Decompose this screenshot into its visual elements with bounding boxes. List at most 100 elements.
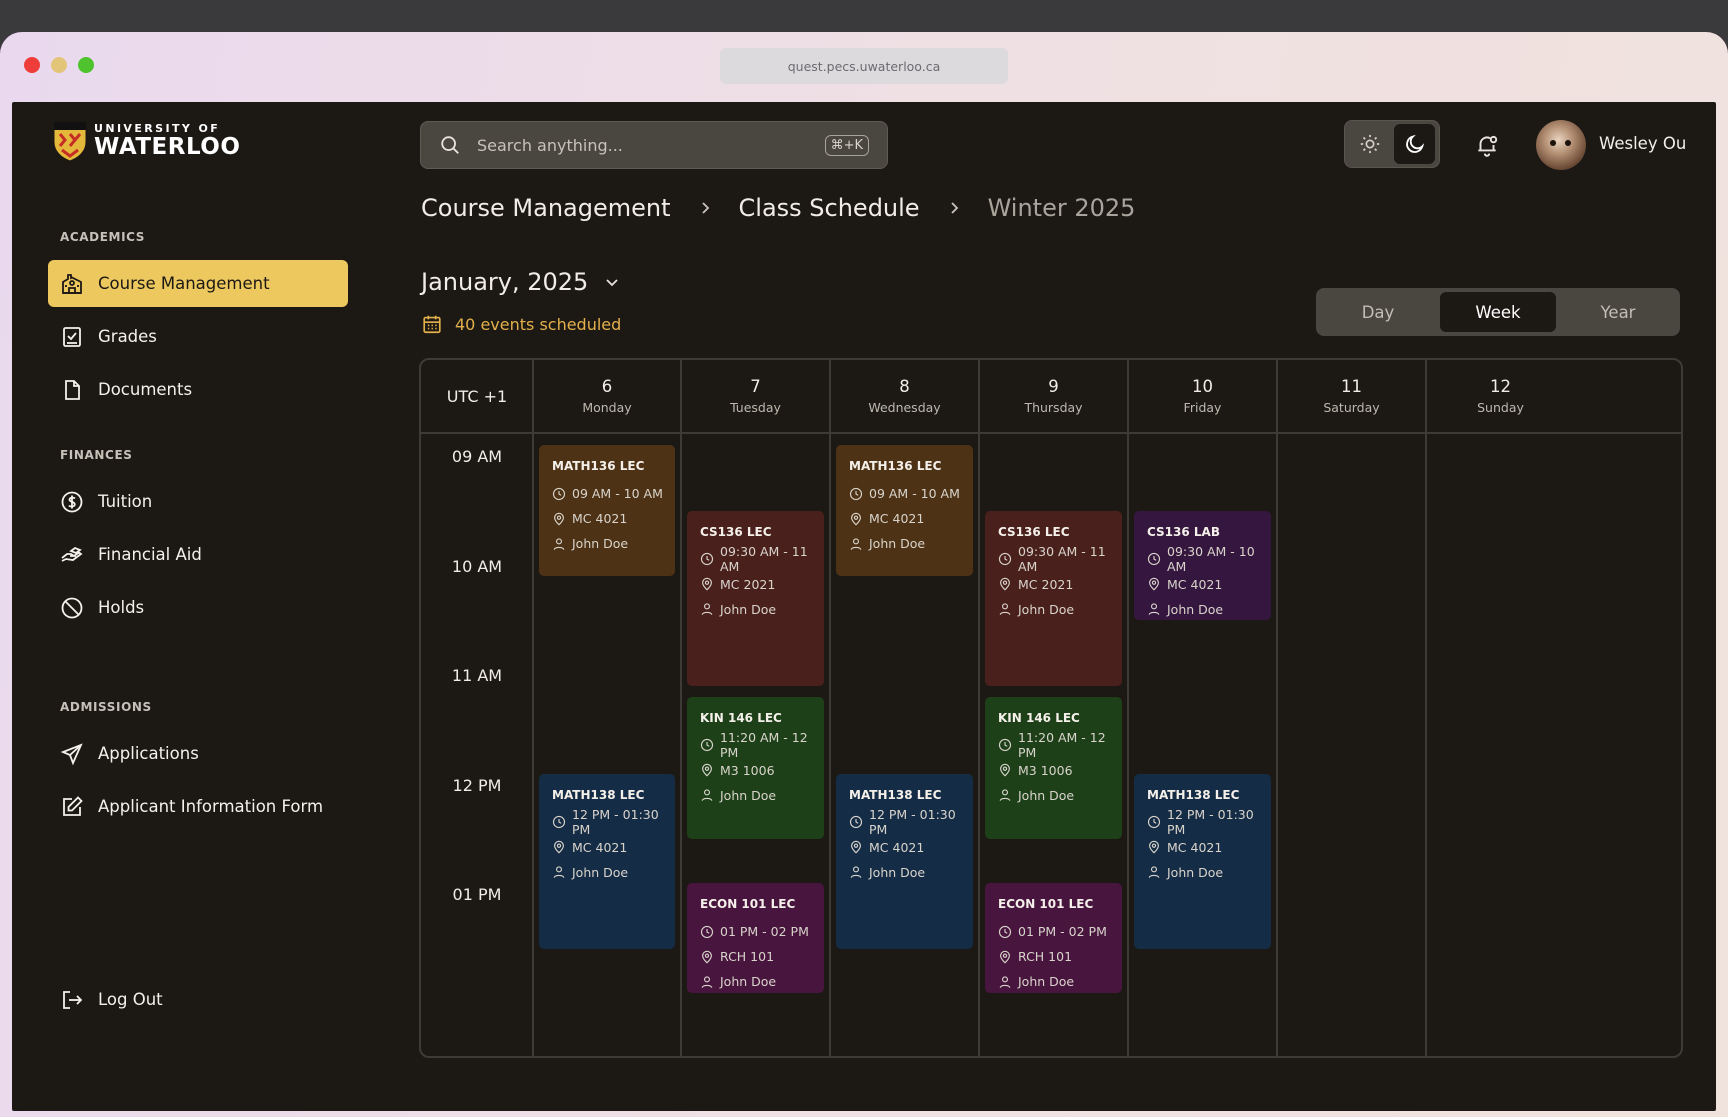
event-room-row: MC 4021: [849, 835, 973, 860]
event-time: 09:30 AM - 10 AM: [1167, 544, 1255, 575]
event-room-row: MC 2021: [998, 572, 1122, 597]
event-instructor-row: John Doe: [1147, 597, 1271, 621]
day-header-friday[interactable]: 10 Friday: [1129, 360, 1276, 432]
event-room: MC 4021: [572, 511, 628, 526]
clock-icon: [849, 815, 863, 829]
light-mode-button[interactable]: [1349, 124, 1390, 164]
event-room: MC 4021: [1167, 576, 1223, 592]
event-room-row: M3 1006: [998, 758, 1122, 783]
event-title: MATH138 LEC: [849, 787, 942, 802]
day-header-thursday[interactable]: 9 Thursday: [980, 360, 1127, 432]
sidebar-item-label: Course Management: [98, 274, 270, 293]
event-title: KIN 146 LEC: [998, 710, 1080, 725]
sidebar-item-documents[interactable]: Documents: [48, 366, 348, 413]
event-time: 11:20 AM - 12 PM: [1018, 730, 1106, 761]
view-year-button[interactable]: Year: [1560, 292, 1676, 332]
event-math138-lec[interactable]: MATH138 LEC 12 PM - 01:30 PM MC 4021 John D…: [1134, 773, 1271, 949]
day-header-wednesday[interactable]: 8 Wednesday: [831, 360, 978, 432]
event-time: 09 AM - 10 AM: [869, 486, 960, 501]
send-icon: [60, 742, 83, 765]
calendar-icon: [423, 315, 441, 334]
event-math138-lec[interactable]: MATH138 LEC 12 PM - 01:30 PM MC 4021 John D…: [539, 773, 675, 949]
view-week-button[interactable]: Week: [1440, 292, 1556, 332]
header-divider: [421, 432, 1681, 434]
logout-button[interactable]: Log Out: [48, 976, 348, 1023]
sun-icon: [1360, 134, 1379, 154]
person-icon: [553, 537, 565, 550]
event-math136-lec[interactable]: MATH136 LEC 09 AM - 10 AM MC 4021 John Doe: [539, 445, 675, 577]
sidebar-item-tuition[interactable]: Tuition: [48, 478, 348, 525]
event-instructor: John Doe: [1167, 864, 1224, 880]
chevron-down-icon: [606, 279, 618, 287]
logo-subtitle: UNIVERSITY OF: [94, 122, 221, 135]
event-title: KIN 146 LEC: [700, 710, 782, 725]
event-room: MC 4021: [869, 511, 925, 526]
person-icon: [701, 789, 713, 802]
event-instructor-row: John Doe: [700, 969, 824, 993]
event-time: 12 PM - 01:30 PM: [869, 807, 956, 837]
event-room-row: MC 4021: [1147, 835, 1271, 860]
browser-window: quest.pecs.uwaterloo.ca UNIVERSITY OF WA…: [0, 32, 1728, 1117]
search-icon: [441, 136, 459, 154]
event-econ-101-lec[interactable]: ECON 101 LEC 01 PM - 02 PM RCH 101 John Doe: [687, 883, 824, 993]
theme-toggle[interactable]: [1344, 120, 1440, 168]
person-icon: [999, 603, 1011, 616]
sidebar-item-holds[interactable]: Holds: [48, 584, 348, 631]
user-name[interactable]: Wesley Ou: [1599, 134, 1686, 153]
clock-icon: [552, 487, 566, 500]
notification-bell-icon[interactable]: [1474, 132, 1500, 158]
day-header-monday[interactable]: 6 Monday: [534, 360, 680, 432]
event-math138-lec[interactable]: MATH138 LEC 12 PM - 01:30 PM MC 4021 John D…: [836, 773, 973, 949]
event-time-row: 09:30 AM - 11 AM: [700, 544, 824, 574]
event-instructor-row: John Doe: [849, 531, 973, 556]
location-pin-icon: [1149, 840, 1159, 854]
avatar[interactable]: [1536, 120, 1586, 170]
event-math136-lec[interactable]: MATH136 LEC 09 AM - 10 AM MC 4021 John Doe: [836, 445, 973, 577]
clock-icon: [552, 815, 566, 829]
sidebar-item-label: Financial Aid: [98, 545, 202, 564]
event-title: MATH136 LEC: [552, 459, 645, 473]
sidebar-item-financial-aid[interactable]: Financial Aid: [48, 531, 348, 578]
event-room: RCH 101: [1018, 949, 1073, 964]
search-shortcut-badge: ⌘+K: [824, 134, 869, 156]
month-selector[interactable]: January, 2025: [421, 268, 622, 296]
sidebar-item-applicant-information-form[interactable]: Applicant Information Form: [48, 783, 348, 830]
day-number: 10: [1192, 377, 1213, 396]
event-time-row: 11:20 AM - 12 PM: [998, 730, 1122, 761]
address-bar[interactable]: quest.pecs.uwaterloo.ca: [720, 48, 1008, 84]
edit-form-icon: [63, 795, 83, 816]
logout-icon: [63, 990, 83, 1009]
breadcrumb-class-schedule[interactable]: Class Schedule: [739, 194, 920, 222]
location-pin-icon: [1000, 764, 1010, 777]
event-cs136-lec[interactable]: CS136 LEC 09:30 AM - 11 AM MC 2021 John Doe: [985, 510, 1122, 686]
minimize-window-button[interactable]: [51, 57, 67, 73]
hour-label: 10 AM: [451, 556, 503, 576]
dark-mode-button[interactable]: [1394, 124, 1435, 164]
sidebar-item-grades[interactable]: Grades: [48, 313, 348, 360]
breadcrumb-course-management[interactable]: Course Management: [421, 194, 671, 222]
breadcrumb-winter-2025: Winter 2025: [987, 194, 1136, 222]
event-instructor: John Doe: [720, 787, 777, 803]
day-number: 6: [601, 377, 613, 396]
sidebar-item-applications[interactable]: Applications: [48, 730, 348, 777]
search-input[interactable]: [477, 135, 809, 155]
day-header-tuesday[interactable]: 7 Tuesday: [682, 360, 829, 432]
event-econ-101-lec[interactable]: ECON 101 LEC 01 PM - 02 PM RCH 101 John Doe: [985, 883, 1122, 993]
event-kin-146-lec[interactable]: KIN 146 LEC 11:20 AM - 12 PM M3 1006 John D…: [985, 696, 1122, 840]
university-logo[interactable]: UNIVERSITY OF WATERLOO: [52, 120, 240, 162]
event-cs136-lec[interactable]: CS136 LEC 09:30 AM - 11 AM MC 2021 John Doe: [687, 510, 824, 686]
view-day-button[interactable]: Day: [1320, 292, 1436, 332]
event-title: MATH138 LEC: [1147, 787, 1240, 802]
sidebar-item-label: Applicant Information Form: [98, 797, 324, 816]
event-kin-146-lec[interactable]: KIN 146 LEC 11:20 AM - 12 PM M3 1006 John D…: [687, 696, 824, 840]
sidebar-item-course-management[interactable]: Course Management: [48, 260, 348, 307]
event-time-row: 12 PM - 01:30 PM: [552, 807, 675, 837]
day-header-sunday[interactable]: 12 Sunday: [1427, 360, 1574, 432]
event-room: MC 4021: [572, 839, 628, 855]
close-window-button[interactable]: [24, 57, 40, 73]
day-header-saturday[interactable]: 11 Saturday: [1278, 360, 1425, 432]
maximize-window-button[interactable]: [78, 57, 94, 73]
day-number: 11: [1341, 377, 1362, 396]
search-bar[interactable]: ⌘+K: [420, 121, 888, 169]
event-cs136-lab[interactable]: CS136 LAB 09:30 AM - 10 AM MC 4021 John Doe: [1134, 510, 1271, 621]
